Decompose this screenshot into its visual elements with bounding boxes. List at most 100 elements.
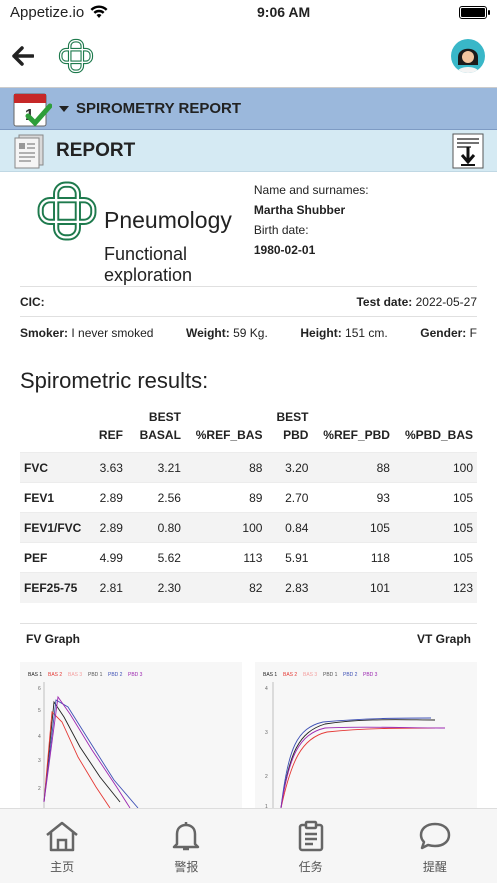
- y-tick: 4: [38, 734, 41, 740]
- table-cell: 2.89: [92, 512, 127, 543]
- patient-name: Martha Shubber: [253, 203, 346, 217]
- table-cell: 100: [393, 452, 477, 483]
- height-label: Height:: [300, 325, 342, 340]
- header-cell: %REF_PBD: [323, 428, 390, 442]
- chat-bubble-icon: [419, 822, 451, 849]
- smoker-label: Smoker:: [20, 325, 69, 340]
- legend-pbd-1: PBD 1: [323, 672, 338, 678]
- report-header-bar: REPORT: [0, 130, 497, 172]
- y-tick: 5: [38, 708, 41, 714]
- birth-date: 1980-02-01: [253, 243, 316, 257]
- clipboard-icon: [298, 820, 323, 851]
- tab-reminders[interactable]: 提醒: [373, 809, 497, 883]
- table-cell: FEV1: [20, 482, 92, 513]
- weight-value: 59 Kg.: [233, 325, 268, 340]
- legend-pbd-2: PBD 2: [343, 672, 358, 678]
- table-cell: 2.30: [126, 572, 185, 603]
- patient-info: Name and surnames: Martha Shubber Birth …: [254, 180, 369, 286]
- vt-curve-pbd-3: [280, 726, 446, 808]
- clock: 9:06 AM: [257, 4, 311, 20]
- test-date: Test date: 2022-05-27: [356, 295, 477, 309]
- y-tick: 6: [38, 686, 41, 692]
- table-row: FEF25-75 2.81 2.30 82 2.83 101 123: [20, 572, 477, 603]
- dropdown-triangle-icon: [59, 105, 69, 112]
- table-cell: 5.91: [266, 542, 313, 573]
- pneumology-logo-icon: [37, 181, 97, 241]
- tab-label: 任务: [298, 859, 323, 874]
- header-cell: BEST PBD: [276, 410, 309, 442]
- document-icon: [14, 134, 44, 168]
- vt-graph-title: VT Graph: [416, 631, 471, 646]
- header-cell: %REF_BAS: [195, 428, 263, 442]
- vt-curve-pbd-2: [280, 717, 432, 808]
- battery-icon: [458, 5, 490, 19]
- home-icon: [46, 821, 78, 851]
- table-cell: 100: [184, 512, 267, 543]
- graphs-header: FV Graph VT Graph: [20, 622, 477, 646]
- cic-row: CIC: Test date: 2022-05-27: [20, 286, 477, 316]
- table-cell: 2.56: [126, 482, 185, 513]
- gender-value: F: [469, 325, 477, 340]
- table-cell: FVC: [20, 452, 92, 483]
- tab-tasks[interactable]: 任务: [249, 809, 373, 883]
- table-cell: 105: [393, 482, 477, 513]
- tab-alerts[interactable]: 警报: [124, 809, 248, 883]
- y-tick: 3: [38, 758, 41, 764]
- bell-icon: [173, 821, 200, 850]
- table-cell: 4.99: [92, 542, 127, 573]
- table-cell: 105: [393, 542, 477, 573]
- legend-pbd-1: PBD 1: [88, 672, 103, 678]
- results-table: REF BEST BASAL %REF_BAS BEST PBD %REF_PB…: [20, 404, 477, 603]
- legend-bas-3: BAS 3: [68, 672, 82, 678]
- wifi-icon: [90, 5, 108, 18]
- back-arrow-icon[interactable]: [12, 45, 34, 66]
- name-label: Name and surnames:: [253, 183, 369, 197]
- tab-label: 警报: [174, 859, 199, 874]
- table-cell: 88: [184, 452, 267, 483]
- carrier-label: Appetize.io: [10, 3, 85, 21]
- fv-legend: BAS 1 BAS 2 BAS 3 PBD 1 PBD 2 PBD 3: [28, 672, 143, 678]
- table-cell: 3.63: [92, 452, 127, 483]
- graphs-area: BAS 1 BAS 2 BAS 3 PBD 1 PBD 2 PBD 3 6 5 …: [20, 662, 477, 808]
- table-cell: PEF: [20, 542, 92, 573]
- smoker-info: Smoker: I never smoked: [20, 326, 153, 340]
- table-cell: 2.81: [92, 572, 127, 603]
- y-tick: 4: [265, 686, 268, 692]
- height-info: Height: 151 cm.: [300, 326, 387, 340]
- table-cell: 3.21: [126, 452, 185, 483]
- calendar-check-icon: 1: [13, 93, 52, 127]
- table-cell: 89: [184, 482, 267, 513]
- table-row: PEF 4.99 5.62 113 5.91 118 105: [20, 542, 477, 573]
- user-avatar[interactable]: [451, 38, 485, 73]
- tab-home[interactable]: 主页: [0, 809, 124, 883]
- download-report-icon[interactable]: [451, 133, 485, 169]
- results-header-row: REF BEST BASAL %REF_BAS BEST PBD %REF_PB…: [20, 404, 477, 453]
- y-tick: 3: [265, 730, 268, 736]
- header-cell: BEST BASAL: [139, 410, 181, 442]
- report-heading: Pneumology Functional exploration Name a…: [0, 172, 497, 286]
- table-cell: 123: [393, 572, 477, 603]
- tab-label: 主页: [50, 859, 75, 874]
- header-cell: %PBD_BAS: [404, 428, 473, 442]
- table-cell: 2.83: [266, 572, 313, 603]
- birth-date-label: Birth date:: [253, 223, 309, 237]
- results-title: Spirometric results:: [20, 368, 209, 393]
- y-tick: 2: [265, 774, 268, 780]
- legend-bas-2: BAS 2: [48, 672, 62, 678]
- table-cell: 101: [312, 572, 394, 603]
- weight-label: Weight:: [185, 325, 230, 340]
- table-cell: 2.89: [92, 482, 127, 513]
- spirometry-report-section-bar[interactable]: 1 SPIROMETRY REPORT: [0, 88, 497, 130]
- table-cell: 0.84: [266, 512, 313, 543]
- table-cell: 93: [312, 482, 394, 513]
- table-cell: 5.62: [126, 542, 185, 573]
- table-cell: 3.20: [266, 452, 313, 483]
- weight-info: Weight: 59 Kg.: [186, 326, 268, 340]
- table-cell: FEF25-75: [20, 572, 92, 603]
- status-bar: Appetize.io 9:06 AM: [0, 0, 497, 24]
- legend-bas-3: BAS 3: [303, 672, 317, 678]
- table-cell: FEV1/FVC: [20, 512, 92, 543]
- table-cell: 105: [312, 512, 394, 543]
- patient-details-row: Smoker: I never smoked Weight: 59 Kg. He…: [20, 316, 477, 348]
- brand-subtitle: Functional exploration: [104, 244, 193, 285]
